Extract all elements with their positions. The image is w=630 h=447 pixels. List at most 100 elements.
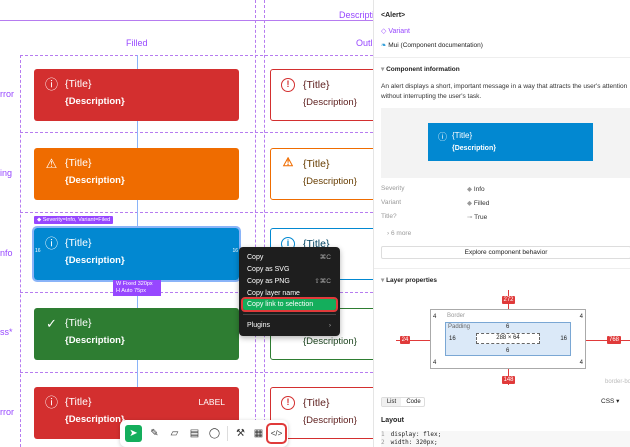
preview-alert: ⓘ {Title} {Description} <box>428 123 593 161</box>
component-name: <Alert> <box>381 12 406 19</box>
success-icon: ✓ <box>46 316 57 331</box>
divider <box>374 57 630 58</box>
alert-title: {Title} <box>303 79 330 91</box>
alert-description: {Description} <box>65 335 125 346</box>
padding-bottom: 6 <box>506 348 510 354</box>
alert-description: {Description} <box>303 415 357 426</box>
explore-button[interactable]: Explore component behavior <box>381 246 630 259</box>
info-icon: ⓘ <box>438 132 448 142</box>
alert-filled-success[interactable]: ✓ {Title} {Description} <box>34 308 239 360</box>
layout-heading: Layout <box>381 417 404 424</box>
info-icon: ⓘ <box>44 236 58 251</box>
prop-value: ◆ Filled <box>467 199 489 207</box>
alert-filled-warning[interactable]: ⚠ {Title} {Description} <box>34 148 239 200</box>
prop-value-text: Filled <box>473 200 490 207</box>
info-text: An alert displays a short, important mes… <box>381 83 628 100</box>
text-icon[interactable]: ▤ <box>186 425 203 442</box>
row-label: nfo <box>0 248 13 258</box>
prop-value-text: Info <box>473 186 485 193</box>
design-canvas[interactable]: Descripti Filled Outl rror ing nfo ss* r… <box>0 0 373 447</box>
prop-value-text: True <box>474 214 488 221</box>
menu-item-label: Copy as SVG <box>247 266 290 273</box>
code-block: 1 display: flex; 2 width: 320px; <box>381 431 630 447</box>
size-badge-height: H Auto 75px <box>116 288 146 294</box>
size-badge-width: W Fixed 320px <box>116 281 153 287</box>
border-label: Border <box>447 313 466 319</box>
alert-outlined-error[interactable]: ! {Title} {Description} <box>270 69 373 121</box>
frame-guide <box>20 212 373 213</box>
menu-item-copy[interactable]: Copy ⌘C <box>247 252 337 263</box>
preview-title: {Title} <box>452 131 473 140</box>
border-top-right: 4 <box>579 314 583 320</box>
language-select[interactable]: CSS ▾ <box>601 397 619 405</box>
menu-item-label: Plugins <box>247 322 270 329</box>
row-label: ing <box>0 168 13 178</box>
error-icon: ⓘ <box>44 77 58 92</box>
margin-left: 24 <box>400 336 410 344</box>
prop-value: ◆ Info <box>467 185 485 193</box>
padding-indicator: 16 <box>35 248 41 254</box>
alert-title: {Title} <box>65 317 92 329</box>
chevron-right-icon: › <box>328 322 331 329</box>
alert-filled-info[interactable]: ⓘ {Title} {Description} 16 16 <box>32 226 241 282</box>
alert-description: {Description} <box>65 255 125 266</box>
border-bottom-right: 4 <box>579 360 583 366</box>
prop-key: Variant <box>381 199 402 206</box>
box-sizing-label: border-bo <box>604 379 630 385</box>
menu-item-copy-png[interactable]: Copy as PNG ⇧⌘C <box>247 276 337 287</box>
alert-action-label: LABEL <box>198 397 225 407</box>
pen-icon[interactable]: ✎ <box>146 425 163 442</box>
diamond-icon: ◆ <box>467 186 474 193</box>
padding-label: Padding <box>448 324 471 330</box>
frame-guide <box>255 0 256 447</box>
error-icon: ! <box>281 78 295 92</box>
plugin-icon[interactable]: ⚒ <box>232 425 249 442</box>
column-header-outlined: Outl <box>356 38 373 48</box>
bottom-toolbar: ➤ ✎ ▱ ▤ ◯ ⚒ ▦ </> <box>120 420 288 447</box>
info-heading-label: Component information <box>386 66 460 73</box>
frame-guide <box>20 55 21 447</box>
menu-item-copy-link[interactable]: Copy link to selection <box>241 297 338 312</box>
comment-icon[interactable]: ◯ <box>206 425 223 442</box>
alert-description: {Description} <box>303 336 357 347</box>
menu-shortcut: ⇧⌘C <box>314 278 331 285</box>
menu-item-label: Copy layer name <box>247 290 300 297</box>
grid-icon[interactable]: ▦ <box>250 425 267 442</box>
padding-indicator: 16 <box>232 248 238 254</box>
more-props-link[interactable]: › 6 more <box>387 230 411 237</box>
frame-guide <box>0 20 373 21</box>
menu-item-copy-layer-name[interactable]: Copy layer name <box>247 288 337 299</box>
docs-link[interactable]: ❧ Mui (Component documentation) <box>381 41 483 49</box>
move-icon[interactable]: ➤ <box>125 425 142 442</box>
prop-key: Title? <box>381 213 397 220</box>
code-icon[interactable]: </> <box>266 423 287 444</box>
menu-item-plugins[interactable]: Plugins › <box>247 320 337 331</box>
variant-link[interactable]: ◇ Variant <box>381 27 410 35</box>
alert-title: {Title} <box>65 396 92 408</box>
error-icon: ! <box>281 396 295 410</box>
frame-guide <box>20 132 373 133</box>
margin-bottom: 148 <box>502 376 515 384</box>
tab-code[interactable]: Code <box>403 398 424 406</box>
ruler-icon[interactable]: ▱ <box>166 425 183 442</box>
prop-key: Severity <box>381 185 405 192</box>
margin-top: 272 <box>502 296 515 304</box>
menu-shortcut: ⌘C <box>319 254 331 261</box>
layer-heading-label: Layer properties <box>386 277 438 284</box>
row-label: rror <box>0 407 14 417</box>
alert-title: {Title} <box>65 78 92 90</box>
menu-item-copy-svg[interactable]: Copy as SVG <box>247 264 337 275</box>
alert-title: {Title} <box>65 157 92 169</box>
alert-outlined-warning[interactable]: ⚠ {Title} {Description} <box>270 148 373 200</box>
menu-item-label: Copy link to selection <box>247 301 314 308</box>
content-size: 288 × 64 <box>476 333 540 344</box>
selection-tag: ◆ Severity=Info, Variant=Filed <box>34 216 114 224</box>
docs-label: Mui (Component documentation) <box>388 42 483 49</box>
context-menu: Copy ⌘C Copy as SVG Copy as PNG ⇧⌘C Copy l… <box>239 247 340 336</box>
alert-title: {Title} <box>303 397 330 409</box>
size-badge: W Fixed 320px H Auto 75px <box>113 280 161 296</box>
variant-label: Variant <box>388 28 410 35</box>
alert-filled-error[interactable]: ⓘ {Title} {Description} <box>34 69 239 121</box>
menu-item-label: Copy <box>247 254 264 261</box>
tab-list[interactable]: List <box>382 398 401 406</box>
